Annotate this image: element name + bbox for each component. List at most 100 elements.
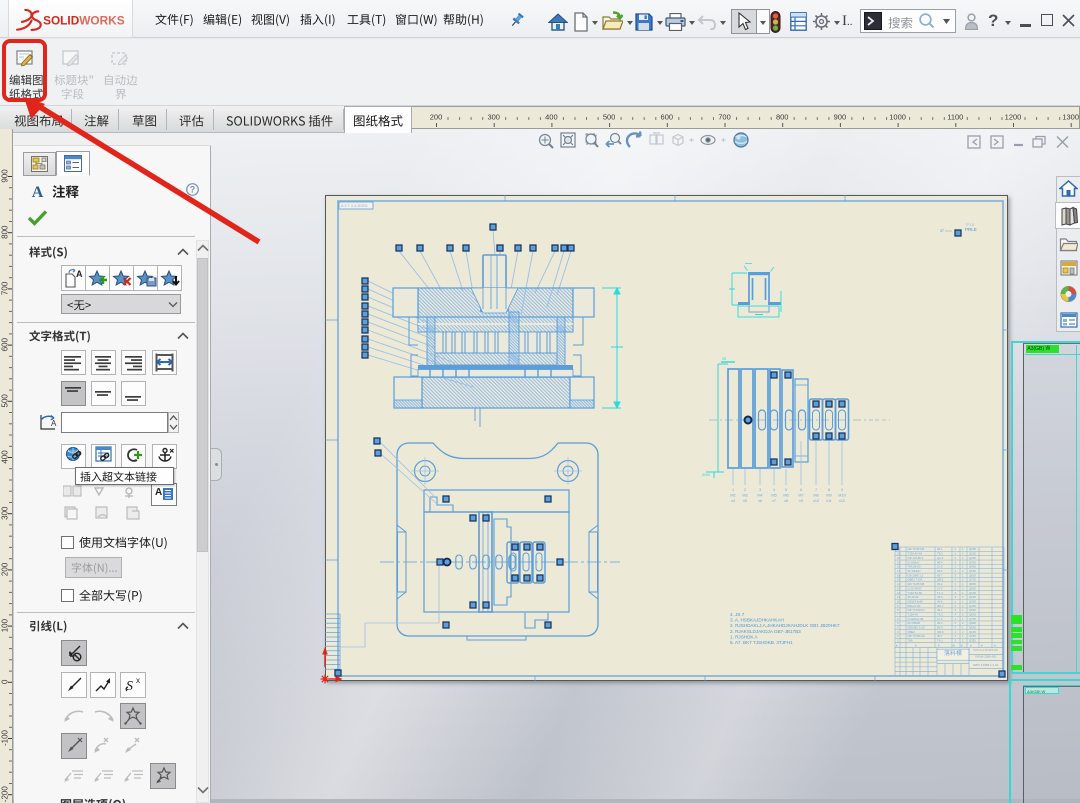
svg-text:1000: 1000 <box>889 113 906 122</box>
svg-text:3: 3 <box>955 626 957 630</box>
svg-text:#: # <box>915 644 917 648</box>
svg-text:600: 600 <box>661 113 674 122</box>
svg-text:Q535: Q535 <box>969 608 976 612</box>
svg-text:M6: M6 <box>783 494 788 498</box>
svg-text:x11: x11 <box>826 499 832 503</box>
svg-text:Q635: Q635 <box>969 573 976 577</box>
svg-text:800: 800 <box>776 113 789 122</box>
svg-text:GB 2089 1.2: GB 2089 1.2 <box>908 573 924 577</box>
svg-text:5: 5 <box>785 488 787 492</box>
svg-text:1: 1 <box>962 617 964 621</box>
svg-text:A: A <box>76 269 83 279</box>
svg-text:1: 1 <box>962 556 964 560</box>
svg-text:3. A. HSBKAJDHKAHKAH: 3. A. HSBKAJDHKAHKAH <box>730 618 784 623</box>
svg-text:100: 100 <box>1 618 10 632</box>
svg-text:45-1: 45-1 <box>937 608 943 612</box>
svg-text:500: 500 <box>1 394 10 408</box>
svg-text:8: 8 <box>897 608 899 612</box>
svg-text:GB2089 2x10: GB2089 2x10 <box>908 626 926 630</box>
svg-text:20: 20 <box>897 556 901 560</box>
svg-text:700: 700 <box>718 113 731 122</box>
svg-text:2. RJSHDAKLJ.A,JHKAHDJKAHJDLK: 2. RJSHDAKLJ.A,JHKAHDJKAHJDLK GB1 JB20HK… <box>730 623 840 628</box>
svg-text:M10: M10 <box>838 494 845 498</box>
svg-text:8: 8 <box>828 488 830 492</box>
svg-text:Cr12MoV 58: Cr12MoV 58 <box>908 617 924 621</box>
svg-text:GB 119-86 6: GB 119-86 6 <box>908 556 924 560</box>
svg-text:1: 1 <box>962 634 964 638</box>
svg-text:x8: x8 <box>784 499 788 503</box>
svg-text:9: 9 <box>841 488 843 492</box>
svg-text:1. RJSHDK A: 1. RJSHDK A <box>730 634 759 639</box>
svg-text:GB119 8x40: GB119 8x40 <box>908 599 924 603</box>
svg-text:45-1: 45-1 <box>937 547 943 551</box>
svg-text:T8A: T8A <box>908 639 913 643</box>
svg-text:1: 1 <box>897 639 899 643</box>
svg-text:3: 3 <box>759 488 761 492</box>
svg-text:3: 3 <box>955 573 957 577</box>
svg-text:Cr12 58-62: Cr12 58-62 <box>908 586 922 590</box>
svg-text:1300: 1300 <box>1062 113 1079 122</box>
svg-text:Q235: Q235 <box>969 556 976 560</box>
svg-text:Q335: Q335 <box>969 599 976 603</box>
svg-text:T8-1: T8-1 <box>937 639 943 643</box>
svg-text:2: 2 <box>962 639 964 643</box>
svg-text:Q235: Q235 <box>969 634 976 638</box>
svg-text:5. A7. BK7 TJSHDKB. 3TJFH1: 5. A7. BK7 TJSHDKB. 3TJFH1 <box>730 640 793 645</box>
svg-text:35: 35 <box>722 357 726 361</box>
svg-text:#: # <box>970 644 972 648</box>
svg-text:XXLM-2008-001: XXLM-2008-001 <box>975 655 997 659</box>
svg-text:6: 6 <box>800 488 802 492</box>
svg-text:200: 200 <box>1 562 10 576</box>
svg-text:20M: 20M <box>702 472 710 477</box>
svg-text:x: x <box>136 676 140 685</box>
svg-text:300: 300 <box>487 113 500 122</box>
svg-text:1: 1 <box>955 617 957 621</box>
svg-text:T8A 56-60: T8A 56-60 <box>908 565 921 569</box>
svg-text:400: 400 <box>545 113 558 122</box>
svg-text:400: 400 <box>1 450 10 464</box>
svg-text:M5: M5 <box>771 494 776 498</box>
svg-text:1: 1 <box>962 608 964 612</box>
svg-text:Cr-5: Cr-5 <box>937 565 943 569</box>
svg-text:M8: M8 <box>813 494 818 498</box>
svg-text:Q035: Q035 <box>969 547 976 551</box>
svg-text:1: 1 <box>962 565 964 569</box>
svg-text:700: 700 <box>1 281 10 295</box>
svg-text:GB/T 14689 1:1 A1: GB/T 14689 1:1 A1 <box>973 663 999 667</box>
svg-text:Q035: Q035 <box>969 586 976 590</box>
svg-text:x9: x9 <box>799 499 803 503</box>
svg-text:Q735: Q735 <box>969 617 976 621</box>
svg-text:18: 18 <box>897 565 901 569</box>
svg-text:1: 1 <box>962 582 964 586</box>
svg-text:1: 1 <box>962 626 964 630</box>
svg-text:1: 1 <box>962 599 964 603</box>
svg-text:900: 900 <box>834 113 847 122</box>
svg-text:4. JS 7: 4. JS 7 <box>730 612 745 617</box>
svg-text:1: 1 <box>955 599 957 603</box>
svg-text:2: 2 <box>744 488 746 492</box>
svg-text:M9: M9 <box>826 494 831 498</box>
svg-text:1200: 1200 <box>1005 113 1022 122</box>
svg-text:300: 300 <box>1 506 10 520</box>
svg-text:65-7: 65-7 <box>937 573 943 577</box>
svg-text:A: A <box>155 487 162 498</box>
svg-text:3: 3 <box>955 608 957 612</box>
svg-text:2: 2 <box>897 634 899 638</box>
svg-text:1: 1 <box>962 547 964 551</box>
svg-text:-100: -100 <box>1 729 10 746</box>
svg-text:1: 1 <box>955 582 957 586</box>
svg-text:1: 1 <box>962 573 964 577</box>
svg-text:PRLE: PRLE <box>965 227 977 232</box>
svg-text:#: # <box>896 644 898 648</box>
svg-text:Q035: Q035 <box>969 626 976 630</box>
svg-text:45-7: 45-7 <box>937 634 943 638</box>
svg-text:x7: x7 <box>772 499 776 503</box>
svg-text:1: 1 <box>955 565 957 569</box>
svg-text:16: 16 <box>897 573 901 577</box>
svg-text:3: 3 <box>955 556 957 560</box>
svg-text:GB 70 M10x4: GB 70 M10x4 <box>908 608 926 612</box>
svg-text:7: 7 <box>815 488 817 492</box>
svg-text:200: 200 <box>430 113 443 122</box>
svg-text:M2: M2 <box>730 494 735 498</box>
svg-text:#: # <box>953 644 955 648</box>
